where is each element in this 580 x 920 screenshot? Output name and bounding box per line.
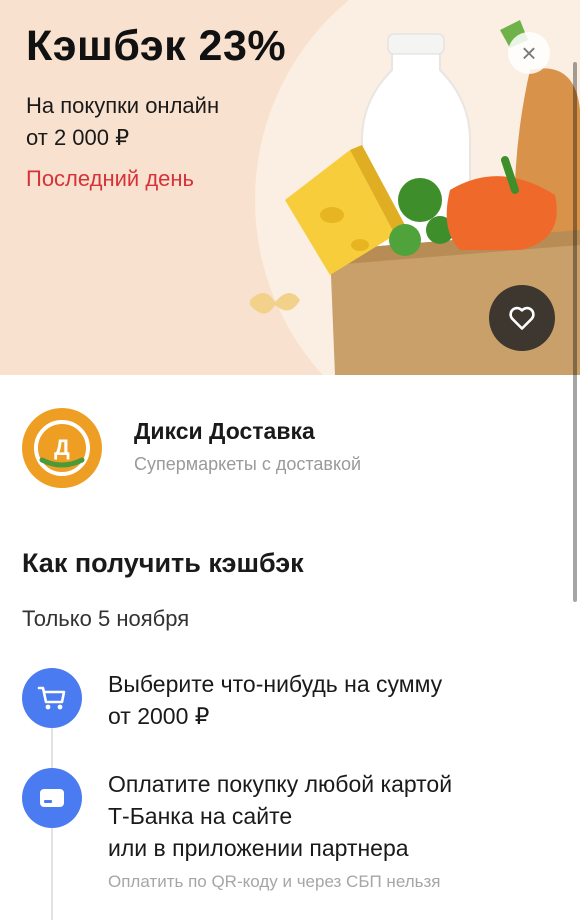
cart-icon	[37, 686, 66, 710]
logo-letter: Д	[54, 435, 70, 460]
merchant-card[interactable]: Д Дикси Доставка Супермаркеты с доставко…	[22, 408, 562, 488]
merchant-category: Супермаркеты с доставкой	[134, 454, 362, 474]
cashback-conditions: На покупки онлайн от 2 000 ₽	[26, 90, 286, 154]
conditions-line-1: На покупки онлайн	[26, 93, 220, 118]
conditions-line-2: от 2 000 ₽	[26, 125, 130, 150]
close-icon: ×	[521, 37, 537, 68]
favorite-button[interactable]	[489, 285, 555, 351]
step-1-icon-circle	[22, 668, 82, 728]
payment-restriction-note: Оплатить по QR-коду и через СБП нельзя	[108, 872, 441, 891]
step-2-line-3: или в приложении партнера	[108, 835, 409, 861]
step-2-line-1: Оплатите покупку любой картой	[108, 771, 453, 797]
deadline-label: Последний день	[26, 166, 194, 191]
step-2-icon-circle	[22, 768, 82, 828]
cashback-title: Кэшбэк 23%	[26, 22, 287, 70]
card-icon	[40, 789, 64, 807]
promo-banner: Кэшбэк 23% На покупки онлайн от 2 000 ₽ …	[0, 0, 580, 375]
scrollbar[interactable]	[573, 62, 577, 602]
dixy-logo-icon: Д	[34, 420, 90, 476]
step-2-text: Оплатите покупку любой картой Т-Банка на…	[108, 768, 548, 864]
section-title: Как получить кэшбэк	[22, 548, 304, 578]
merchant-logo: Д	[22, 408, 102, 488]
merchant-name: Дикси Доставка	[134, 418, 315, 444]
step-1-line-1: Выберите что-нибудь на сумму	[108, 671, 443, 697]
date-note: Только 5 ноября	[22, 606, 190, 631]
close-button[interactable]: ×	[508, 32, 550, 74]
heart-icon	[509, 306, 535, 330]
step-1-line-2: от 2000 ₽	[108, 703, 210, 729]
step-2-line-2: Т-Банка на сайте	[108, 803, 293, 829]
step-1-text: Выберите что-нибудь на сумму от 2000 ₽	[108, 668, 548, 732]
